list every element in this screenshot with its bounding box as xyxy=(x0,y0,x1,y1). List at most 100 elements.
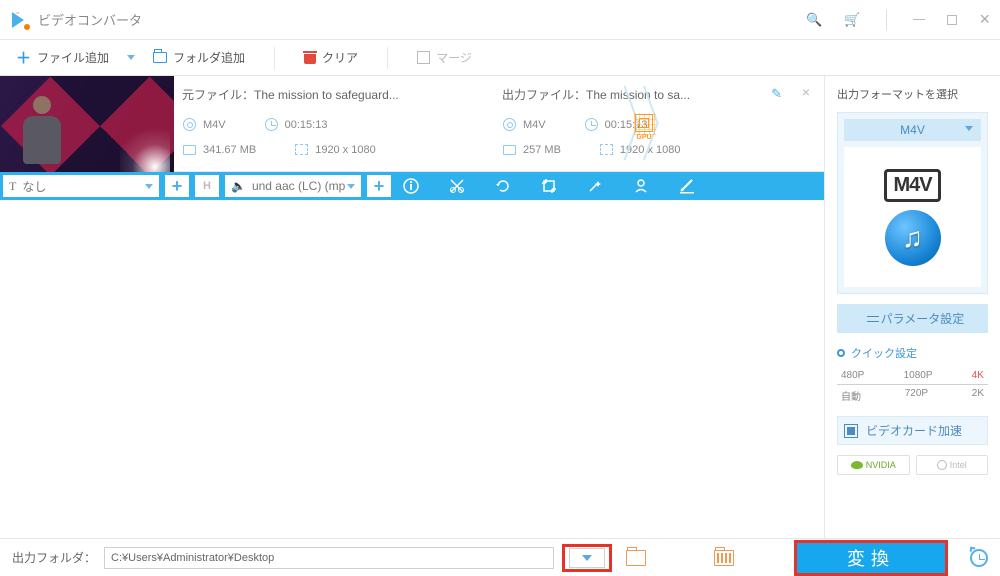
text-icon: T xyxy=(9,179,16,194)
add-file-dropdown[interactable] xyxy=(127,55,135,60)
titlebar: ビデオコンバータ 🔍 🛒 × xyxy=(0,0,1000,40)
chevron-down-icon xyxy=(582,555,592,561)
parameters-label: パラメータ設定 xyxy=(881,310,965,327)
info-tool[interactable] xyxy=(402,177,420,195)
disc-icon xyxy=(183,118,196,131)
add-folder-button[interactable]: フォルダ追加 xyxy=(143,45,255,70)
dimensions-icon xyxy=(600,144,613,155)
add-audio-button[interactable]: + xyxy=(367,175,391,197)
convert-button[interactable]: 変換 xyxy=(797,543,945,573)
folder-icon xyxy=(153,52,167,63)
gpu-accel-button[interactable]: ビデオカード加速 xyxy=(837,416,988,445)
crop-tool[interactable] xyxy=(540,177,558,195)
folder-icon xyxy=(183,145,196,155)
dot-icon xyxy=(837,349,845,357)
schedule-icon[interactable] xyxy=(970,549,988,567)
format-select[interactable]: M4V xyxy=(844,119,981,141)
clear-label: クリア xyxy=(322,49,358,66)
nvidia-badge[interactable]: NVIDIA xyxy=(837,455,910,475)
convert-highlight: 変換 xyxy=(794,540,948,576)
edit-strip: T なし + H" 🔈 und aac (LC) (mp + xyxy=(0,172,824,200)
nvidia-icon xyxy=(851,461,863,469)
quick-header: クイック設定 xyxy=(837,343,988,363)
sliders-icon xyxy=(861,314,873,324)
separator xyxy=(274,47,275,69)
dimensions-icon xyxy=(295,144,308,155)
h-button[interactable]: H" xyxy=(195,175,219,197)
output-format: M4V xyxy=(502,117,546,132)
source-resolution: 1920 x 1080 xyxy=(294,142,376,157)
parameters-button[interactable]: パラメータ設定 xyxy=(837,304,988,333)
app-title: ビデオコンバータ xyxy=(38,10,806,29)
chip-icon xyxy=(844,424,858,438)
folder-icon xyxy=(503,145,516,155)
plus-icon: ＋ xyxy=(16,47,31,68)
toolbar: ＋ ファイル追加 フォルダ追加 クリア マージ xyxy=(0,40,1000,76)
gpu-accel-label: ビデオカード加速 xyxy=(866,422,962,439)
edit-icon[interactable]: ✎ xyxy=(771,86,782,102)
format-badge: M4V xyxy=(884,169,940,202)
open-folder-button[interactable] xyxy=(626,550,646,566)
divider xyxy=(886,10,887,30)
merge-icon xyxy=(417,51,430,64)
chevron-down-icon xyxy=(145,184,153,189)
clock-icon xyxy=(585,118,598,131)
subtitle-select[interactable]: T なし xyxy=(3,175,159,197)
clear-button[interactable]: クリア xyxy=(294,45,368,70)
right-panel: 出力フォーマットを選択 M4V M4V ♫ パラメータ設定 クイック設定 480… xyxy=(825,76,1000,538)
watermark-tool[interactable] xyxy=(632,177,650,195)
audio-value: und aac (LC) (mp xyxy=(252,179,345,193)
gpu-text: GPU xyxy=(632,134,656,141)
file-info: 元ファイル：The mission to safeguard... M4V 00… xyxy=(174,76,824,171)
add-folder-label: フォルダ追加 xyxy=(173,49,245,66)
clock-icon xyxy=(265,118,278,131)
source-duration: 00:15:13 xyxy=(264,117,328,132)
format-value: M4V xyxy=(900,123,925,137)
intel-badge[interactable]: Intel xyxy=(916,455,989,475)
gpu-badge: GPU xyxy=(632,114,656,141)
source-format: M4V xyxy=(182,117,226,132)
format-artwork: M4V ♫ xyxy=(844,147,981,287)
add-file-button[interactable]: ＋ ファイル追加 xyxy=(6,43,119,72)
trim-tool[interactable] xyxy=(448,177,466,195)
bottom-bar: 出力フォルダ： C:¥Users¥Administrator¥Desktop 変… xyxy=(0,538,1000,576)
maximize-button[interactable] xyxy=(947,15,957,25)
audio-select[interactable]: 🔈 und aac (LC) (mp xyxy=(225,175,361,197)
chevron-down-icon xyxy=(965,126,973,131)
file-row[interactable]: 元ファイル：The mission to safeguard... M4V 00… xyxy=(0,76,824,172)
output-folder-input[interactable]: C:¥Users¥Administrator¥Desktop xyxy=(104,547,554,569)
add-subtitle-button[interactable]: + xyxy=(165,175,189,197)
vendor-row: NVIDIA Intel xyxy=(837,455,988,475)
subtitle-tool[interactable] xyxy=(678,177,696,195)
close-button[interactable]: × xyxy=(979,9,990,30)
music-note-icon: ♫ xyxy=(885,210,941,266)
file-list: 元ファイル：The mission to safeguard... M4V 00… xyxy=(0,76,825,538)
output-reel-button[interactable] xyxy=(714,550,734,566)
chevron-down-icon xyxy=(347,184,355,189)
path-dropdown-highlight xyxy=(562,544,612,572)
source-file-label: 元ファイル：The mission to safeguard... xyxy=(182,86,452,103)
quick-settings: クイック設定 480P1080P4K 自動720P2K xyxy=(837,343,988,406)
preset-slider[interactable]: 480P1080P4K 自動720P2K xyxy=(837,367,988,406)
search-icon[interactable]: 🔍 xyxy=(806,12,822,28)
trash-icon xyxy=(304,51,316,64)
output-folder-label: 出力フォルダ： xyxy=(12,549,96,566)
effects-tool[interactable] xyxy=(586,177,604,195)
minimize-button[interactable] xyxy=(913,19,925,21)
merge-label: マージ xyxy=(436,49,472,66)
format-box: M4V M4V ♫ xyxy=(837,112,988,294)
path-dropdown[interactable] xyxy=(569,548,605,568)
separator xyxy=(387,47,388,69)
output-size: 257 MB xyxy=(502,142,561,157)
intel-icon xyxy=(937,460,947,470)
source-size: 341.67 MB xyxy=(182,142,256,157)
video-thumbnail[interactable] xyxy=(0,76,174,172)
merge-button[interactable]: マージ xyxy=(407,45,482,70)
remove-file-button[interactable]: × xyxy=(802,84,810,100)
subtitle-value: なし xyxy=(22,178,46,195)
rotate-tool[interactable] xyxy=(494,177,512,195)
cart-icon[interactable]: 🛒 xyxy=(844,12,860,28)
disc-icon xyxy=(503,118,516,131)
app-logo-icon xyxy=(10,10,30,30)
format-header: 出力フォーマットを選択 xyxy=(837,86,988,102)
